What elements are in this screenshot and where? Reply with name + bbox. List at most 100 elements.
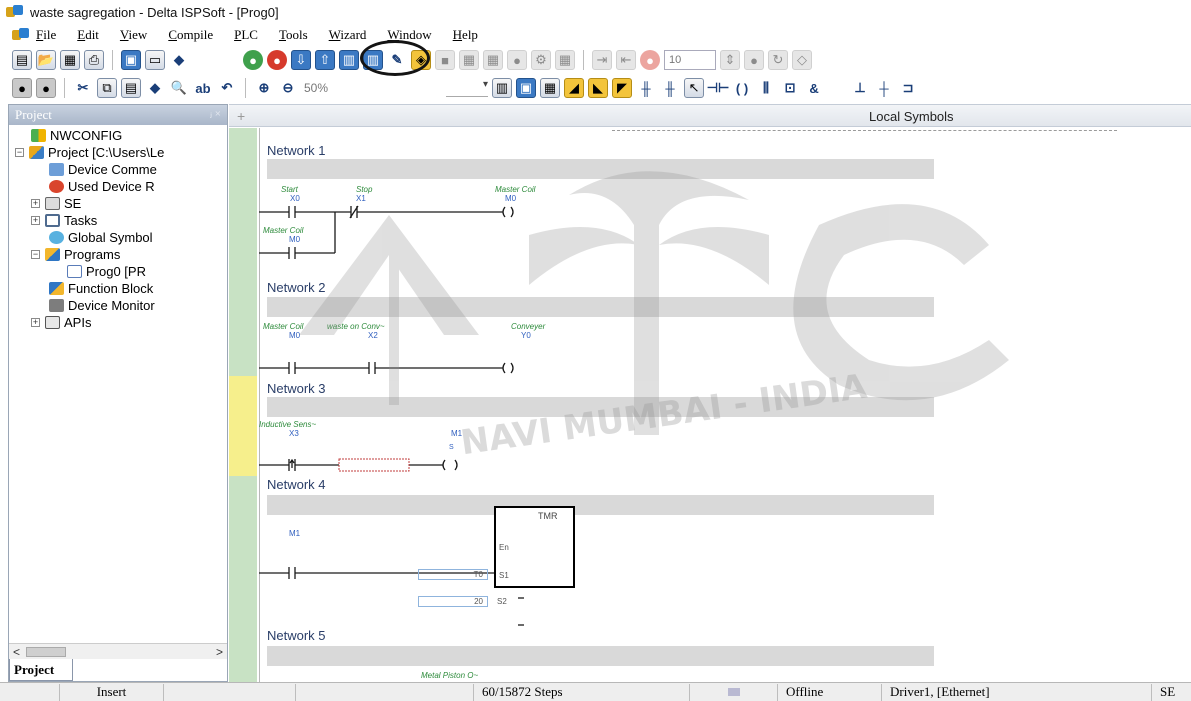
select-pointer-icon[interactable]: ↖ (684, 78, 705, 98)
insert-network-above-icon[interactable]: ◣ (588, 78, 609, 98)
menu-tools[interactable]: Tools (279, 27, 308, 43)
contact-icon[interactable]: ⊣⊢ (707, 78, 730, 98)
coil-icon[interactable]: ( ) (732, 78, 752, 98)
tree-item-programs[interactable]: − Programs (9, 246, 227, 263)
tool-faded-icon[interactable]: ◇ (792, 50, 812, 70)
print-icon[interactable]: ⎙ (84, 50, 104, 70)
download-icon[interactable]: ⇩ (291, 50, 311, 70)
stop-icon[interactable]: ● (267, 50, 287, 70)
disabled-icon[interactable]: ● (12, 78, 32, 98)
tree-item-function-block[interactable]: Function Block (9, 280, 227, 297)
record-faded-icon[interactable]: ● (640, 50, 660, 70)
vertical-line2-icon[interactable]: ╫ (660, 78, 680, 98)
collapse-icon[interactable]: − (15, 148, 24, 157)
vertical-line-icon[interactable]: ╫ (636, 78, 656, 98)
menu-compile[interactable]: Compile (168, 27, 213, 43)
dropdown-arrow-icon[interactable]: ▾ (446, 79, 489, 97)
document-menu-icon[interactable] (10, 27, 32, 43)
status-dot-icon[interactable]: ● (744, 50, 764, 70)
project-tab[interactable]: Project (9, 659, 73, 681)
and-icon[interactable]: & (804, 78, 824, 98)
cut-icon[interactable]: ✂ (73, 78, 93, 98)
menu-wizard[interactable]: Wizard (329, 27, 367, 43)
project-panel-scrollbar[interactable]: < > (9, 643, 227, 659)
expand-icon[interactable]: + (31, 199, 40, 208)
open-file-icon[interactable]: 📂 (36, 50, 56, 70)
window-icon[interactable]: ▭ (145, 50, 165, 70)
tree-item-project[interactable]: − Project [C:\Users\Le (9, 144, 227, 161)
menu-plc[interactable]: PLC (234, 27, 258, 43)
highlight-circle (360, 40, 430, 76)
add-icon[interactable]: + (237, 108, 245, 124)
menu-file[interactable]: File (36, 27, 56, 43)
arrow2-faded-icon[interactable]: ⇤ (616, 50, 636, 70)
copy-icon[interactable]: ⧉ (97, 78, 117, 98)
scroll-left-icon[interactable]: < (13, 645, 20, 659)
branch2-icon[interactable]: ┼ (874, 78, 894, 98)
find-icon[interactable]: 🔍 (169, 78, 189, 98)
tree-item-used-device[interactable]: Used Device R (9, 178, 227, 195)
tree-item-nwconfig[interactable]: NWCONFIG (9, 127, 227, 144)
delete-network-icon[interactable]: ◤ (612, 78, 633, 98)
tmr-pin-s1: S1 (499, 571, 509, 580)
hold-contact-symbol-label: Master Coil (263, 226, 304, 235)
ladder-mode-icon[interactable]: ▥ (492, 78, 513, 98)
replace-icon[interactable]: ab (193, 78, 213, 98)
tmr-s2-input[interactable]: 20 (418, 596, 488, 607)
monitor2-faded-icon[interactable]: ▦ (483, 50, 503, 70)
scroll-thumb[interactable] (26, 646, 67, 657)
n2-contact1-address: M0 (289, 331, 301, 340)
function-icon[interactable]: ⊡ (780, 78, 800, 98)
local-symbols-header[interactable]: Local Symbols (869, 109, 954, 124)
network-faded-icon[interactable]: ▦ (555, 50, 575, 70)
tree-item-global-symbol[interactable]: Global Symbol (9, 229, 227, 246)
zoom-out-icon[interactable]: ⊖ (278, 78, 298, 98)
tree-item-se[interactable]: + SE (9, 195, 227, 212)
scan-count-input[interactable]: 10 (664, 50, 716, 70)
monitor-faded-icon[interactable]: ▦ (459, 50, 479, 70)
save-icon[interactable]: ▦ (60, 50, 80, 70)
bulb-faded-icon[interactable]: ● (507, 50, 527, 70)
spin-button-icon[interactable]: ⇕ (720, 50, 740, 70)
eraser-icon[interactable]: ◆ (169, 50, 189, 70)
new-file-icon[interactable]: ▤ (12, 50, 32, 70)
pin-close-icon[interactable]: ⱼ × (210, 107, 221, 123)
sfc-mode-icon[interactable]: ▦ (540, 78, 561, 98)
branch-icon[interactable]: ⊥ (850, 78, 870, 98)
menu-help[interactable]: Help (453, 27, 478, 43)
tree-item-prog0[interactable]: Prog0 [PR (9, 263, 227, 280)
disabled2-icon[interactable]: ● (36, 78, 56, 98)
panel-toggle-icon[interactable]: ▣ (121, 50, 141, 70)
stop-square-icon[interactable]: ■ (435, 50, 455, 70)
api-icon[interactable]: ⫼ (756, 78, 776, 98)
tree-item-apis[interactable]: + APIs (9, 314, 227, 331)
collapse-icon[interactable]: − (31, 250, 40, 259)
used-device-icon (49, 180, 64, 193)
zoom-in-icon[interactable]: ⊕ (254, 78, 274, 98)
empty-instruction-box[interactable] (338, 458, 410, 472)
fbd-mode-icon[interactable]: ▣ (516, 78, 537, 98)
tmr-s1-input[interactable]: T0 (418, 569, 488, 580)
tmr-block[interactable]: TMR En S1 (494, 506, 575, 588)
scroll-right-icon[interactable]: > (216, 645, 223, 659)
tree-item-device-comment[interactable]: Device Comme (9, 161, 227, 178)
menu-edit[interactable]: Edit (77, 27, 99, 43)
paste-icon[interactable]: ▤ (121, 78, 141, 98)
insert-network-icon[interactable]: ◢ (564, 78, 585, 98)
settings-faded-icon[interactable]: ⚙ (531, 50, 551, 70)
tree-item-device-monitor[interactable]: Device Monitor (9, 297, 227, 314)
expand-icon[interactable]: + (31, 318, 40, 327)
end-icon[interactable]: ⊐ (898, 78, 918, 98)
eraser2-icon[interactable]: ◆ (145, 78, 165, 98)
expand-icon[interactable]: + (31, 216, 40, 225)
refresh-faded-icon[interactable]: ↻ (768, 50, 788, 70)
undo-icon[interactable]: ↶ (217, 78, 237, 98)
menu-view[interactable]: View (120, 27, 147, 43)
start-address: X0 (290, 194, 300, 203)
upload-icon[interactable]: ⇧ (315, 50, 335, 70)
tree-item-tasks[interactable]: + Tasks (9, 212, 227, 229)
run-icon[interactable]: ● (243, 50, 263, 70)
zoom-level[interactable]: 50% (304, 81, 328, 95)
online-monitor-icon[interactable]: ▥ (339, 50, 359, 70)
arrow-faded-icon[interactable]: ⇥ (592, 50, 612, 70)
